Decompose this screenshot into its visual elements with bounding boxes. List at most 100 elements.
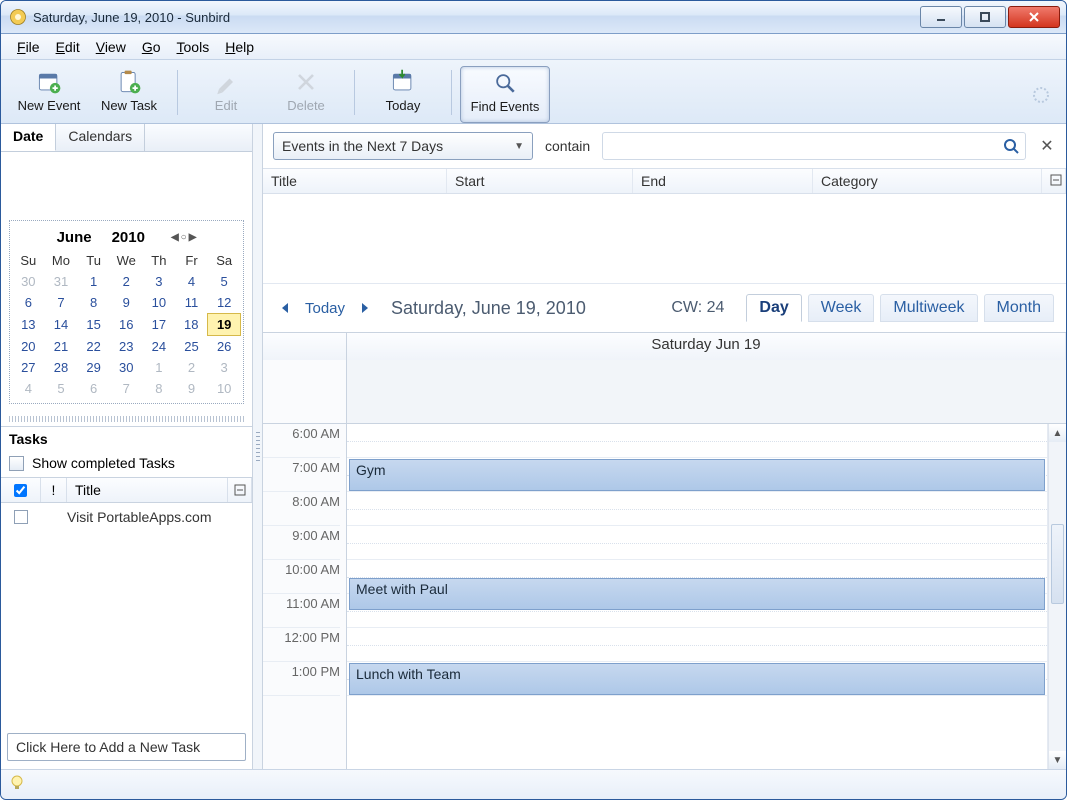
tab-month[interactable]: Month (984, 294, 1054, 322)
menu-help[interactable]: Help (219, 37, 260, 57)
minical-day[interactable]: 2 (110, 271, 143, 292)
menu-file[interactable]: File (11, 37, 46, 57)
tasks-header: Tasks (1, 426, 252, 451)
scroll-up-icon[interactable]: ▲ (1049, 424, 1066, 442)
minical-day[interactable]: 21 (45, 336, 78, 358)
new-event-button[interactable]: New Event (9, 66, 89, 123)
minical-day[interactable]: 26 (208, 336, 241, 358)
minical-day[interactable]: 5 (208, 271, 241, 292)
minical-day[interactable]: 9 (175, 378, 208, 399)
minical-day[interactable]: 7 (110, 378, 143, 399)
minical-day[interactable]: 22 (77, 336, 110, 358)
minical-dow: We (110, 250, 143, 271)
minical-day[interactable]: 4 (175, 271, 208, 292)
minical-day[interactable]: 3 (143, 271, 176, 292)
minical-day[interactable]: 29 (77, 357, 110, 378)
minical-day[interactable]: 1 (143, 357, 176, 378)
col-title[interactable]: Title (263, 169, 447, 193)
minical-next-icon[interactable]: ▶ (189, 232, 197, 243)
calendar-event[interactable]: Lunch with Team (349, 663, 1045, 695)
find-events-button[interactable]: Find Events (460, 66, 550, 123)
calendar-event[interactable]: Meet with Paul (349, 578, 1045, 610)
find-range-combo[interactable]: Events in the Next 7 Days▼ (273, 132, 533, 160)
tasks-col-check[interactable] (14, 484, 27, 497)
col-start[interactable]: Start (447, 169, 633, 193)
minical-day[interactable]: 10 (208, 378, 241, 399)
sidebar-splitter[interactable] (9, 416, 244, 422)
minical-day[interactable]: 3 (208, 357, 241, 378)
minical-day[interactable]: 25 (175, 336, 208, 358)
next-day-button[interactable] (355, 298, 375, 318)
prev-day-button[interactable] (275, 298, 295, 318)
close-find-icon[interactable]: ✕ (1038, 136, 1056, 156)
minical-day[interactable]: 1 (77, 271, 110, 292)
tasks-col-picker-icon[interactable] (228, 478, 252, 502)
minical-day[interactable]: 31 (45, 271, 78, 292)
tab-date[interactable]: Date (1, 124, 56, 151)
schedule-scrollbar[interactable]: ▲ ▼ (1048, 424, 1066, 769)
minical-day[interactable]: 14 (45, 314, 78, 336)
today-link[interactable]: Today (305, 300, 345, 317)
window-minimize-button[interactable] (920, 6, 962, 28)
minical-day[interactable]: 10 (143, 292, 176, 314)
minical-day[interactable]: 7 (45, 292, 78, 314)
minical-day[interactable]: 23 (110, 336, 143, 358)
menu-tools[interactable]: Tools (171, 37, 216, 57)
minical-day[interactable]: 24 (143, 336, 176, 358)
menubar: File Edit View Go Tools Help (1, 34, 1066, 60)
minical-prev-icon[interactable]: ◀ (171, 232, 179, 243)
scroll-thumb[interactable] (1051, 524, 1064, 604)
minical-dow: Mo (45, 250, 78, 271)
results-body (263, 194, 1066, 284)
minical-day[interactable]: 20 (12, 336, 45, 358)
vertical-splitter[interactable] (253, 124, 263, 769)
tasks-col-priority-icon[interactable]: ! (41, 478, 67, 502)
today-button[interactable]: Today (363, 66, 443, 123)
time-label: 1:00 PM (263, 662, 340, 696)
minical-day[interactable]: 5 (45, 378, 78, 399)
window-maximize-button[interactable] (964, 6, 1006, 28)
menu-view[interactable]: View (90, 37, 132, 57)
minical-dow: Sa (208, 250, 241, 271)
col-picker-icon[interactable] (1042, 169, 1066, 193)
minical-day[interactable]: 28 (45, 357, 78, 378)
minical-day[interactable]: 15 (77, 314, 110, 336)
tab-multiweek[interactable]: Multiweek (880, 294, 977, 322)
day-column[interactable]: Gym Meet with Paul Lunch with Team (347, 424, 1048, 769)
scroll-down-icon[interactable]: ▼ (1049, 751, 1066, 769)
tab-calendars[interactable]: Calendars (56, 124, 145, 151)
minical-day[interactable]: 18 (175, 314, 208, 336)
minical-day[interactable]: 12 (208, 292, 241, 314)
minical-day[interactable]: 30 (12, 271, 45, 292)
new-task-button[interactable]: New Task (89, 66, 169, 123)
col-category[interactable]: Category (813, 169, 1042, 193)
window-close-button[interactable] (1008, 6, 1060, 28)
tab-day[interactable]: Day (746, 294, 801, 322)
minical-day[interactable]: 4 (12, 378, 45, 399)
minical-day[interactable]: 8 (143, 378, 176, 399)
minical-day[interactable]: 9 (110, 292, 143, 314)
menu-go[interactable]: Go (136, 37, 167, 57)
show-completed-checkbox[interactable] (9, 456, 24, 471)
minical-day[interactable]: 17 (143, 314, 176, 336)
calendar-event[interactable]: Gym (349, 459, 1045, 491)
add-task-input[interactable]: Click Here to Add a New Task (7, 733, 246, 761)
minical-day[interactable]: 2 (175, 357, 208, 378)
minical-day[interactable]: 6 (77, 378, 110, 399)
minical-day[interactable]: 16 (110, 314, 143, 336)
minical-day[interactable]: 30 (110, 357, 143, 378)
minical-day[interactable]: 8 (77, 292, 110, 314)
minical-day[interactable]: 19 (208, 314, 241, 336)
search-input[interactable] (602, 132, 1026, 160)
minical-day[interactable]: 13 (12, 314, 45, 336)
minical-today-icon[interactable]: ○ (181, 232, 187, 243)
minical-day[interactable]: 11 (175, 292, 208, 314)
task-checkbox[interactable] (14, 510, 28, 524)
task-row[interactable]: Visit PortableApps.com (1, 503, 252, 531)
tasks-col-title[interactable]: Title (67, 478, 228, 502)
menu-edit[interactable]: Edit (50, 37, 86, 57)
minical-day[interactable]: 6 (12, 292, 45, 314)
minical-day[interactable]: 27 (12, 357, 45, 378)
tab-week[interactable]: Week (808, 294, 875, 322)
col-end[interactable]: End (633, 169, 813, 193)
